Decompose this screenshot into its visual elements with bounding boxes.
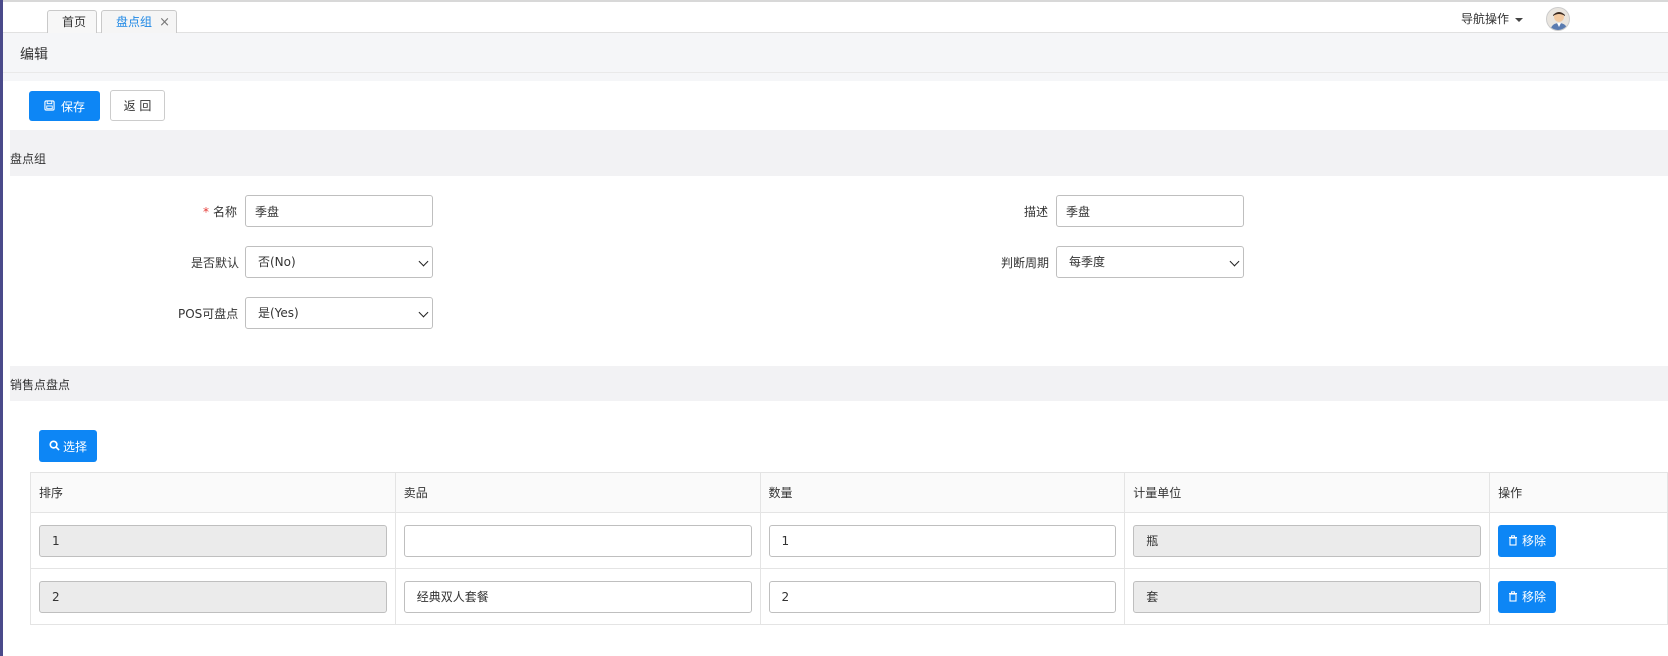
item-input[interactable] bbox=[403, 524, 752, 557]
trash-icon bbox=[1508, 534, 1518, 549]
remove-button[interactable]: 移除 bbox=[1498, 524, 1557, 557]
item-input[interactable] bbox=[403, 580, 752, 613]
column-header: 卖品 bbox=[394, 472, 761, 513]
description-input[interactable] bbox=[1056, 195, 1244, 227]
name-label: * 名称 bbox=[203, 203, 237, 220]
order-input bbox=[39, 524, 387, 557]
chevron-down-icon bbox=[1229, 256, 1240, 267]
cell-qty bbox=[759, 512, 1126, 569]
page-header: 编辑 bbox=[3, 33, 1668, 73]
tab-inventory-group-label: 盘点组 bbox=[116, 15, 153, 29]
tab-bar: 首页 盘点组 × 导航操作 bbox=[3, 0, 1668, 35]
select-button-label: 选择 bbox=[62, 439, 87, 454]
tab-inventory-group[interactable]: 盘点组 × bbox=[101, 10, 177, 35]
back-button[interactable]: 返 回 bbox=[110, 90, 165, 121]
cycle-select[interactable]: 每季度 bbox=[1056, 246, 1244, 278]
remove-button-label: 移除 bbox=[1522, 590, 1547, 604]
cell-qty bbox=[759, 568, 1126, 625]
table-row: 移除 bbox=[30, 568, 1668, 625]
nav-operations-label: 导航操作 bbox=[1461, 12, 1510, 26]
unit-input bbox=[1133, 580, 1482, 613]
cell-action: 移除 bbox=[1489, 568, 1668, 625]
tab-home-label: 首页 bbox=[62, 15, 87, 29]
order-input bbox=[39, 580, 387, 613]
table-row: 移除 bbox=[30, 512, 1668, 569]
quantity-input[interactable] bbox=[768, 580, 1117, 613]
trash-icon bbox=[1508, 590, 1518, 605]
tab-home[interactable]: 首页 bbox=[47, 10, 97, 35]
cell-unit bbox=[1124, 568, 1491, 625]
section-header-group: 盘点组 bbox=[10, 130, 1668, 176]
cell-item bbox=[394, 512, 761, 569]
name-input[interactable] bbox=[245, 195, 433, 227]
select-button[interactable]: 选择 bbox=[39, 430, 97, 462]
nav-operations-menu[interactable]: 导航操作 bbox=[1461, 10, 1523, 27]
save-button-label: 保存 bbox=[60, 99, 85, 114]
required-marker: * bbox=[203, 205, 209, 219]
cycle-label: 判断周期 bbox=[1001, 256, 1050, 270]
user-avatar-icon bbox=[1550, 12, 1568, 30]
unit-input bbox=[1133, 524, 1482, 557]
save-button[interactable]: 保存 bbox=[29, 91, 100, 121]
page-title: 编辑 bbox=[20, 47, 48, 63]
items-table: 排序 卖品 数量 计量单位 操作 移除 bbox=[30, 472, 1668, 625]
section-title: 盘点组 bbox=[10, 152, 47, 166]
chevron-down-icon bbox=[418, 256, 429, 267]
app-window: 首页 盘点组 × 导航操作 编辑 保存 返 回 盘点组 * 名称 季盘 描述 季… bbox=[0, 0, 1668, 656]
column-header: 计量单位 bbox=[1124, 472, 1491, 513]
cell-order bbox=[30, 512, 396, 569]
pos-countable-label: POS可盘点 bbox=[178, 307, 239, 321]
description-label: 描述 bbox=[1024, 205, 1049, 219]
quantity-input[interactable] bbox=[768, 524, 1117, 557]
is-default-value: 否(No) bbox=[258, 255, 296, 269]
cell-item bbox=[394, 568, 761, 625]
pos-countable-value: 是(Yes) bbox=[258, 306, 299, 320]
toolbar: 保存 返 回 bbox=[10, 81, 1668, 130]
avatar[interactable] bbox=[1546, 7, 1570, 31]
chevron-down-icon bbox=[418, 307, 429, 318]
save-icon bbox=[44, 100, 55, 114]
section-title: 销售点盘点 bbox=[10, 378, 71, 392]
is-default-select[interactable]: 否(No) bbox=[245, 246, 433, 278]
cell-action: 移除 bbox=[1489, 512, 1668, 569]
cell-unit bbox=[1124, 512, 1491, 569]
search-icon bbox=[49, 440, 60, 454]
cell-order bbox=[30, 568, 396, 625]
close-icon[interactable]: × bbox=[159, 11, 170, 34]
section-header-pos: 销售点盘点 bbox=[10, 366, 1668, 401]
cycle-value: 每季度 bbox=[1069, 255, 1106, 269]
name-label-text: 名称 bbox=[213, 205, 238, 219]
caret-down-icon bbox=[1514, 17, 1523, 22]
remove-button[interactable]: 移除 bbox=[1498, 580, 1557, 613]
column-header: 排序 bbox=[30, 472, 396, 513]
pos-countable-select[interactable]: 是(Yes) bbox=[245, 297, 433, 329]
table-header-row: 排序 卖品 数量 计量单位 操作 bbox=[30, 472, 1668, 513]
spacer bbox=[3, 73, 1668, 81]
is-default-label: 是否默认 bbox=[191, 256, 240, 270]
remove-button-label: 移除 bbox=[1522, 534, 1547, 548]
column-header: 操作 bbox=[1489, 472, 1668, 513]
column-header: 数量 bbox=[759, 472, 1126, 513]
